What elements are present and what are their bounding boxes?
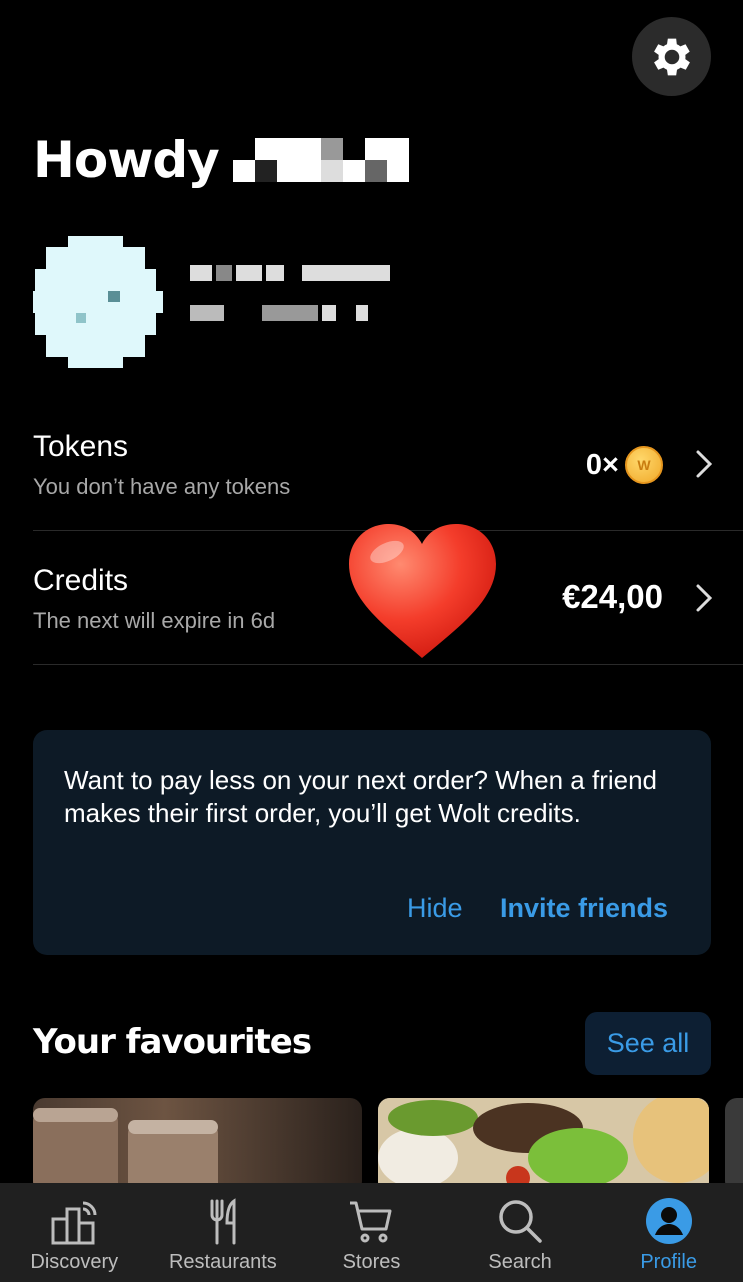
tokens-count: 0× xyxy=(585,448,619,481)
tab-stores[interactable]: Stores xyxy=(297,1183,446,1282)
cutlery-icon xyxy=(210,1198,236,1245)
greeting: Howdy xyxy=(33,130,409,190)
invite-promo-card: Want to pay less on your next order? Whe… xyxy=(33,730,711,955)
tokens-row[interactable]: Tokens You don’t have any tokens 0× W xyxy=(33,398,743,531)
promo-text: Want to pay less on your next order? Whe… xyxy=(64,765,658,828)
see-all-button[interactable]: See all xyxy=(585,1012,711,1075)
bread-image xyxy=(33,1108,218,1193)
credits-subtitle: The next will expire in 6d xyxy=(33,608,276,633)
tab-label: Profile xyxy=(640,1251,698,1273)
tab-label: Restaurants xyxy=(168,1251,277,1273)
greeting-title: Howdy xyxy=(33,131,220,189)
heart-icon xyxy=(349,524,496,658)
chevron-right-icon xyxy=(696,584,713,612)
favourites-title: Your favourites xyxy=(33,1022,312,1062)
coin-letter: W xyxy=(637,457,651,473)
tab-search[interactable]: Search xyxy=(446,1183,595,1282)
wolt-coin-icon: W xyxy=(625,446,663,484)
tab-label: Stores xyxy=(342,1251,401,1273)
tab-profile[interactable]: Profile xyxy=(594,1183,743,1282)
tokens-value: 0× W xyxy=(586,446,663,484)
chevron-right-icon xyxy=(696,450,713,478)
profile-info-redacted xyxy=(190,265,390,345)
gear-icon xyxy=(653,38,690,75)
invite-friends-button[interactable]: Invite friends xyxy=(500,893,668,924)
tab-label: Discovery xyxy=(30,1251,119,1273)
favourite-card[interactable] xyxy=(725,1098,743,1193)
tab-discovery[interactable]: Discovery xyxy=(0,1183,149,1282)
tab-restaurants[interactable]: Restaurants xyxy=(149,1183,298,1282)
tokens-subtitle: You don’t have any tokens xyxy=(33,474,291,499)
cart-icon xyxy=(350,1201,392,1243)
redacted-name xyxy=(232,138,409,182)
food-platter-image xyxy=(378,1098,709,1193)
tab-label: Search xyxy=(488,1251,552,1273)
hide-button[interactable]: Hide xyxy=(407,893,463,924)
settings-button[interactable] xyxy=(632,17,711,96)
tokens-title: Tokens xyxy=(33,430,129,463)
credits-title: Credits xyxy=(33,564,129,597)
bottom-tab-bar: Discovery Restaurants Stores Search Prof… xyxy=(0,1183,743,1282)
favourite-card[interactable] xyxy=(33,1098,362,1193)
avatar[interactable] xyxy=(33,236,163,368)
profile-icon xyxy=(645,1198,692,1244)
credits-value: €24,00 xyxy=(562,578,663,615)
discovery-icon xyxy=(51,1201,97,1245)
favourite-card[interactable] xyxy=(378,1098,709,1193)
search-icon xyxy=(499,1200,542,1243)
